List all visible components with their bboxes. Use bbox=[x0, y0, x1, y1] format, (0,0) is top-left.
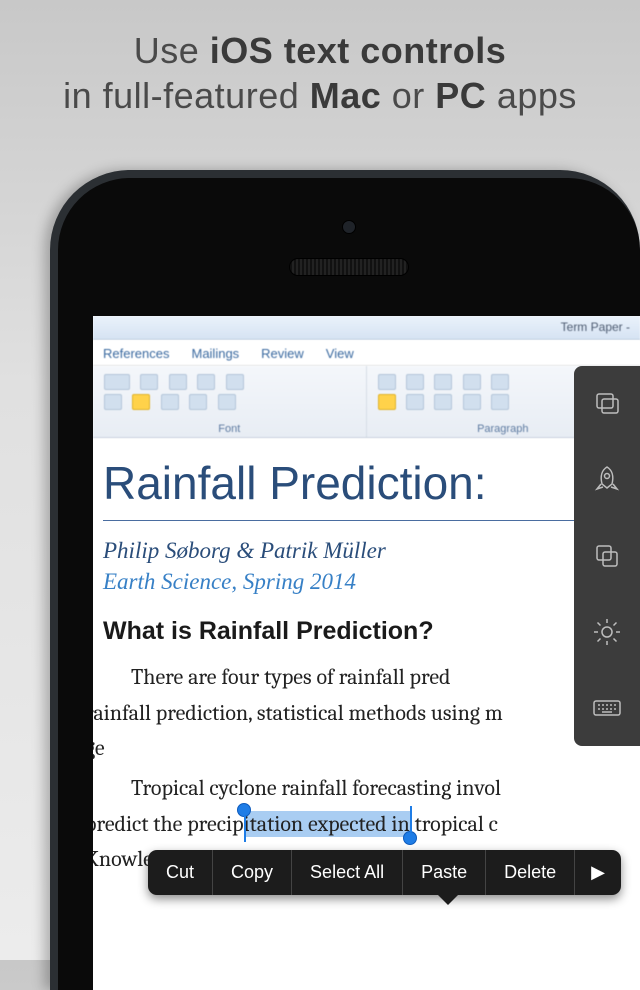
phone-frame: Term Paper - References Mailings Review … bbox=[50, 170, 640, 990]
doc-author: Philip Søborg & Patrik Müller bbox=[103, 535, 640, 566]
doc-para-1: There are four types of rainfall pred bbox=[103, 663, 640, 693]
doc-para-3: Tropical cyclone rainfall forecasting in… bbox=[103, 774, 640, 804]
gear-icon[interactable] bbox=[574, 594, 640, 670]
font-size-btn[interactable] bbox=[104, 374, 130, 390]
window-titlebar: Term Paper - bbox=[93, 316, 640, 340]
tab-view[interactable]: View bbox=[326, 346, 354, 365]
side-toolbar bbox=[574, 366, 640, 746]
font-color-btn[interactable] bbox=[161, 394, 179, 410]
edit-paste[interactable]: Paste bbox=[403, 850, 486, 895]
border-btn[interactable] bbox=[218, 394, 236, 410]
selection-handle-left[interactable] bbox=[237, 803, 251, 817]
bullets-btn[interactable] bbox=[378, 374, 396, 390]
keyboard-icon[interactable] bbox=[574, 670, 640, 746]
doc-para-4: predict the precipitation expected in tr… bbox=[103, 810, 640, 840]
windows-icon[interactable] bbox=[574, 366, 640, 442]
doc-subject: Earth Science, Spring 2014 bbox=[103, 566, 640, 597]
edit-select-all[interactable]: Select All bbox=[292, 850, 403, 895]
ribbon-group-font: Font bbox=[93, 366, 367, 437]
change-case-btn[interactable] bbox=[197, 374, 215, 390]
phone-camera bbox=[342, 220, 356, 234]
selection-handle-right[interactable] bbox=[403, 831, 417, 845]
copy-icon[interactable] bbox=[574, 518, 640, 594]
line-spacing-btn[interactable] bbox=[491, 394, 509, 410]
edit-cut[interactable]: Cut bbox=[148, 850, 213, 895]
clear-format-btn[interactable] bbox=[226, 374, 244, 390]
edit-delete[interactable]: Delete bbox=[486, 850, 575, 895]
numbering-btn[interactable] bbox=[406, 374, 424, 390]
increase-indent-btn[interactable] bbox=[491, 374, 509, 390]
ribbon: Font Paragraph bbox=[93, 366, 640, 438]
align-left-btn[interactable] bbox=[378, 394, 396, 410]
ribbon-tabs: References Mailings Review View bbox=[93, 340, 640, 366]
highlight-btn[interactable] bbox=[132, 394, 150, 410]
align-center-btn[interactable] bbox=[406, 394, 424, 410]
decrease-indent-btn[interactable] bbox=[463, 374, 481, 390]
document-body[interactable]: Rainfall Prediction: Philip Søborg & Pat… bbox=[93, 438, 640, 875]
edit-more[interactable]: ▶ bbox=[575, 850, 621, 895]
doc-para-2: rainfall prediction, statistical methods… bbox=[103, 699, 640, 729]
text-selection[interactable]: itation expected in bbox=[244, 811, 410, 837]
headline: Use iOS text controls in full-featured M… bbox=[0, 0, 640, 118]
justify-btn[interactable] bbox=[463, 394, 481, 410]
shading-btn[interactable] bbox=[189, 394, 207, 410]
screen: Term Paper - References Mailings Review … bbox=[93, 316, 640, 990]
tab-mailings[interactable]: Mailings bbox=[191, 346, 239, 365]
ios-edit-menu: Cut Copy Select All Paste Delete ▶ bbox=[148, 850, 621, 895]
grow-font-btn[interactable] bbox=[140, 374, 158, 390]
ribbon-label-font: Font bbox=[93, 423, 366, 435]
tab-references[interactable]: References bbox=[103, 346, 169, 365]
rocket-icon[interactable] bbox=[574, 442, 640, 518]
phone-earpiece bbox=[289, 258, 409, 276]
doc-para-2b: ge bbox=[103, 734, 640, 764]
window-title: Term Paper - bbox=[561, 320, 630, 334]
shrink-font-btn[interactable] bbox=[169, 374, 187, 390]
text-effects-btn[interactable] bbox=[104, 394, 122, 410]
edit-copy[interactable]: Copy bbox=[213, 850, 292, 895]
doc-title: Rainfall Prediction: bbox=[103, 452, 640, 521]
doc-heading: What is Rainfall Prediction? bbox=[103, 615, 640, 649]
tab-review[interactable]: Review bbox=[261, 346, 304, 365]
multilevel-btn[interactable] bbox=[434, 374, 452, 390]
align-right-btn[interactable] bbox=[434, 394, 452, 410]
